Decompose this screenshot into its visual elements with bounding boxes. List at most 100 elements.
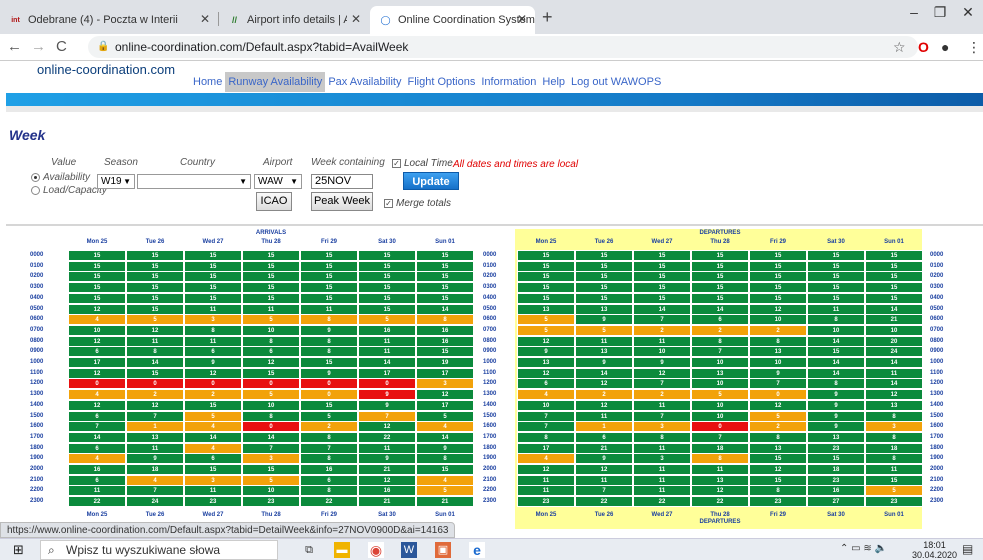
arrivals-slot-cell[interactable]: 10 — [242, 399, 300, 411]
departures-slot-cell[interactable]: 5 — [749, 410, 807, 422]
departures-slot-cell[interactable]: 15 — [807, 250, 865, 261]
departures-slot-cell[interactable]: 15 — [575, 282, 633, 294]
departures-slot-cell[interactable]: 15 — [575, 250, 633, 261]
arrivals-slot-cell[interactable]: 11 — [184, 335, 242, 347]
departures-slot-cell[interactable]: 15 — [749, 474, 807, 486]
departures-slot-cell[interactable]: 16 — [807, 485, 865, 497]
arrivals-slot-cell[interactable]: 15 — [242, 260, 300, 272]
departures-slot-cell[interactable]: 13 — [575, 346, 633, 358]
opera-extension-icon[interactable]: O — [918, 39, 929, 55]
arrivals-slot-cell[interactable]: 6 — [184, 453, 242, 465]
departures-slot-cell[interactable]: 5 — [517, 314, 575, 326]
departures-slot-cell[interactable]: 8 — [633, 431, 691, 443]
departures-slot-cell[interactable]: 15 — [691, 271, 749, 283]
country-select[interactable]: ▼ — [137, 174, 251, 189]
departures-slot-cell[interactable]: 11 — [517, 485, 575, 497]
arrivals-slot-cell[interactable]: 8 — [242, 335, 300, 347]
departures-slot-cell[interactable]: 7 — [691, 346, 749, 358]
departures-slot-cell[interactable]: 9 — [575, 314, 633, 326]
departures-slot-cell[interactable]: 8 — [807, 314, 865, 326]
arrivals-slot-cell[interactable]: 15 — [300, 357, 358, 368]
arrivals-slot-cell[interactable]: 6 — [68, 346, 126, 358]
departures-slot-cell[interactable]: 0 — [749, 389, 807, 401]
arrivals-slot-cell[interactable]: 23 — [242, 496, 300, 508]
arrivals-slot-cell[interactable]: 6 — [242, 346, 300, 358]
arrivals-slot-cell[interactable]: 15 — [242, 367, 300, 379]
arrivals-slot-cell[interactable]: 5 — [300, 410, 358, 422]
departures-slot-cell[interactable]: 14 — [633, 303, 691, 315]
arrivals-slot-cell[interactable]: 21 — [416, 496, 474, 508]
arrivals-slot-cell[interactable]: 5 — [358, 314, 416, 326]
departures-slot-cell[interactable]: 15 — [633, 282, 691, 294]
departures-slot-cell[interactable]: 13 — [517, 303, 575, 315]
departures-slot-cell[interactable]: 9 — [807, 399, 865, 411]
departures-slot-cell[interactable]: 2 — [691, 324, 749, 336]
departures-slot-cell[interactable]: 3 — [633, 453, 691, 465]
arrivals-slot-cell[interactable]: 4 — [416, 474, 474, 486]
arrivals-slot-cell[interactable]: 0 — [242, 378, 300, 390]
forward-icon[interactable]: → — [31, 38, 46, 55]
arrivals-slot-cell[interactable]: 11 — [358, 442, 416, 454]
tab-airport-info[interactable]: // Airport info details | Airport Coor ✕ — [219, 6, 369, 34]
arrivals-slot-cell[interactable]: 1 — [126, 421, 184, 433]
arrivals-slot-cell[interactable]: 7 — [126, 410, 184, 422]
arrivals-slot-cell[interactable]: 7 — [242, 442, 300, 454]
departures-slot-cell[interactable]: 0 — [691, 421, 749, 433]
arrivals-slot-cell[interactable]: 12 — [68, 399, 126, 411]
arrivals-slot-cell[interactable]: 7 — [68, 421, 126, 433]
arrivals-slot-cell[interactable]: 8 — [300, 453, 358, 465]
arrivals-slot-cell[interactable]: 4 — [68, 453, 126, 465]
departures-slot-cell[interactable]: 2 — [749, 421, 807, 433]
departures-slot-cell[interactable]: 15 — [517, 271, 575, 283]
departures-slot-cell[interactable]: 15 — [517, 292, 575, 304]
arrivals-slot-cell[interactable]: 14 — [416, 431, 474, 443]
departures-slot-cell[interactable]: 15 — [633, 292, 691, 304]
departures-slot-cell[interactable]: 15 — [575, 271, 633, 283]
close-icon[interactable]: ✕ — [517, 12, 527, 26]
arrivals-slot-cell[interactable]: 8 — [242, 410, 300, 422]
departures-slot-cell[interactable]: 8 — [691, 335, 749, 347]
departures-slot-cell[interactable]: 8 — [865, 410, 923, 422]
restore-icon[interactable]: ❐ — [925, 4, 955, 21]
arrivals-slot-cell[interactable]: 11 — [242, 303, 300, 315]
departures-slot-cell[interactable]: 12 — [517, 367, 575, 379]
arrivals-slot-cell[interactable]: 15 — [184, 271, 242, 283]
arrivals-slot-cell[interactable]: 4 — [126, 474, 184, 486]
departures-slot-cell[interactable]: 6 — [517, 378, 575, 390]
arrivals-slot-cell[interactable]: 12 — [416, 389, 474, 401]
arrivals-slot-cell[interactable]: 5 — [242, 389, 300, 401]
departures-slot-cell[interactable]: 22 — [691, 496, 749, 508]
icao-button[interactable]: ICAO — [256, 192, 292, 211]
departures-slot-cell[interactable]: 8 — [807, 378, 865, 390]
arrivals-slot-cell[interactable]: 6 — [184, 346, 242, 358]
nav-runway-availability[interactable]: Runway Availability — [225, 72, 326, 92]
arrivals-slot-cell[interactable]: 16 — [358, 485, 416, 497]
departures-slot-cell[interactable]: 11 — [633, 474, 691, 486]
arrivals-slot-cell[interactable]: 12 — [126, 399, 184, 411]
departures-slot-cell[interactable]: 11 — [633, 485, 691, 497]
url-field[interactable]: 🔒 online-coordination.com/Default.aspx?t… — [88, 36, 918, 58]
arrivals-slot-cell[interactable]: 15 — [126, 303, 184, 315]
arrivals-slot-cell[interactable]: 2 — [184, 389, 242, 401]
departures-slot-cell[interactable]: 8 — [517, 431, 575, 443]
arrivals-slot-cell[interactable]: 17 — [358, 367, 416, 379]
arrivals-slot-cell[interactable]: 6 — [68, 474, 126, 486]
arrivals-slot-cell[interactable]: 15 — [358, 271, 416, 283]
departures-slot-cell[interactable]: 15 — [807, 292, 865, 304]
departures-slot-cell[interactable]: 15 — [749, 282, 807, 294]
departures-slot-cell[interactable]: 11 — [691, 464, 749, 475]
arrivals-slot-cell[interactable]: 11 — [184, 485, 242, 497]
departures-slot-cell[interactable]: 4 — [517, 453, 575, 465]
arrivals-slot-cell[interactable]: 17 — [416, 399, 474, 411]
arrivals-slot-cell[interactable]: 16 — [68, 464, 126, 475]
arrivals-slot-cell[interactable]: 15 — [184, 282, 242, 294]
system-tray-icons[interactable]: ⌃ ▭ ≋ 🔈 — [840, 543, 887, 554]
arrivals-slot-cell[interactable]: 9 — [300, 324, 358, 336]
departures-slot-cell[interactable]: 15 — [749, 250, 807, 261]
arrivals-slot-cell[interactable]: 15 — [358, 260, 416, 272]
airport-select[interactable]: WAW ▼ — [254, 174, 302, 189]
departures-slot-cell[interactable]: 3 — [633, 421, 691, 433]
departures-slot-cell[interactable]: 12 — [633, 367, 691, 379]
departures-slot-cell[interactable]: 15 — [633, 260, 691, 272]
merge-totals-checkbox[interactable]: ✓ Merge totals — [384, 198, 451, 209]
